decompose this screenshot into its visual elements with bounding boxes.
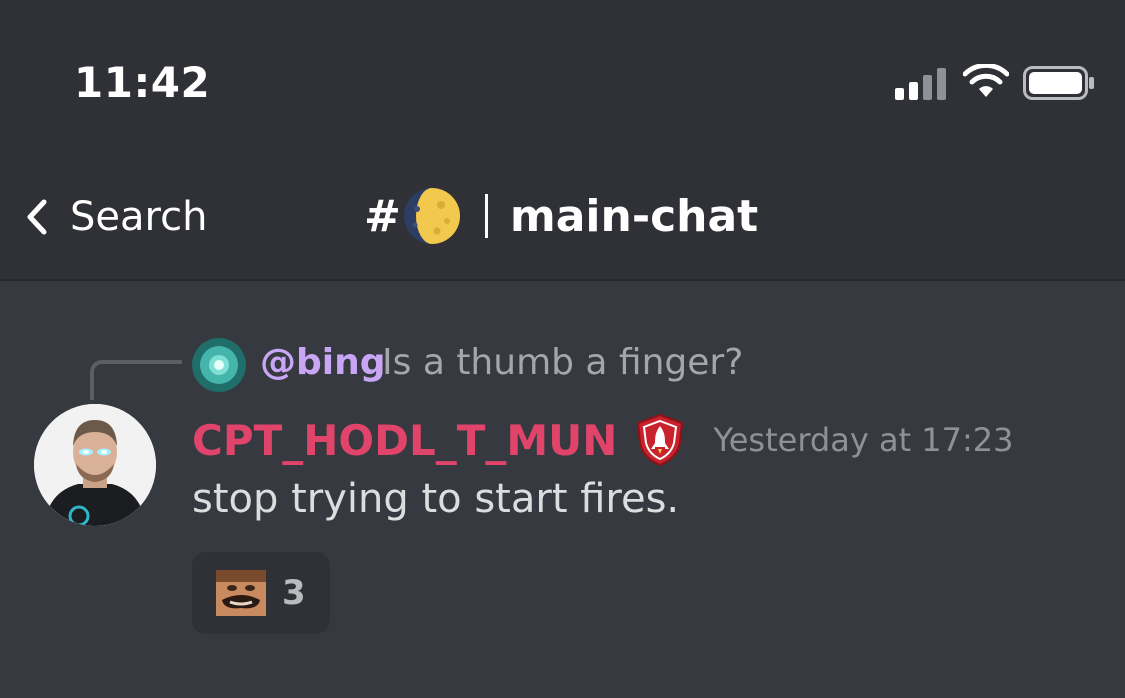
avatar-image [34, 404, 156, 526]
wifi-icon [963, 64, 1009, 97]
reply-username[interactable]: @bing [260, 342, 386, 383]
battery-icon [1023, 66, 1094, 100]
status-time: 11:42 [74, 58, 211, 107]
message-content: stop trying to start fires. [192, 476, 680, 522]
channel-name: main-chat [509, 190, 759, 242]
message-timestamp: Yesterday at 17:23 [713, 421, 1014, 459]
message-header: CPT_HODL_T_MUN Yesterday at 17:23 [192, 412, 1014, 468]
signal-icon [895, 68, 946, 100]
reaction-count: 3 [282, 573, 306, 613]
role-badge-icon[interactable] [635, 413, 685, 467]
title-separator [484, 194, 488, 238]
reaction-button[interactable]: 3 [192, 552, 330, 634]
chevron-left-icon [27, 199, 47, 235]
reply-avatar [192, 338, 246, 392]
back-button[interactable]: Search [22, 190, 207, 244]
custom-face-emoji [216, 570, 266, 616]
top-bar: 11:42 Search # main-chat [0, 0, 1125, 281]
moon-icon [403, 188, 460, 244]
channel-title[interactable]: # main-chat [364, 184, 758, 248]
author-name[interactable]: CPT_HODL_T_MUN [192, 416, 617, 465]
reply-connector [90, 360, 182, 400]
channel-hash: # [364, 190, 401, 242]
avatar[interactable] [34, 404, 156, 526]
back-label: Search [70, 194, 208, 240]
reply-snippet: Is a thumb a finger? [382, 342, 744, 383]
